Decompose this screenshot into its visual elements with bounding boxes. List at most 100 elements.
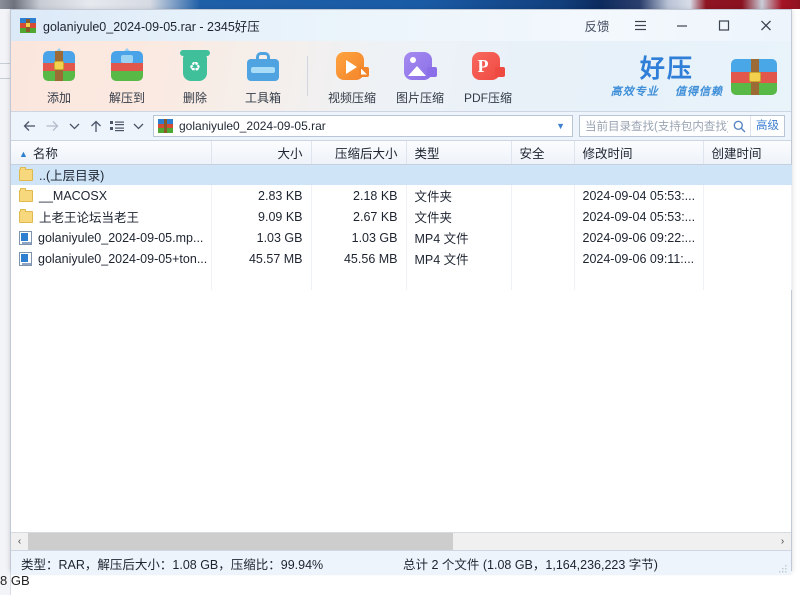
folder-icon [19,208,33,223]
arrow-right-icon[interactable] [41,114,63,138]
toolbar-label-pdf-compress: PDF压缩 [463,90,512,105]
toolbar-button-video-compress[interactable]: 视频压缩 [318,45,386,107]
cell-type: 文件夹 [406,185,512,206]
file-list-panel: ▲ 名称 大小 压缩后大小 类型 安全 修改时间 创建时间 ..(上层目录) _… [11,141,792,532]
cell-size: 2.83 KB [211,185,312,206]
column-header-size[interactable]: 大小 [211,141,312,165]
toolbar-button-extract[interactable]: 解压到 [93,45,161,107]
cell-size: 45.57 MB [211,248,312,269]
cell-security [511,227,575,248]
cell-security [511,185,575,206]
search-input[interactable]: 当前目录查找(支持包内查找) 高级 [579,115,785,137]
column-header-security[interactable]: 安全 [511,141,575,165]
column-header-modified[interactable]: 修改时间 [574,141,704,165]
background-bottom-text: 8 GB [0,573,30,588]
address-bar: golaniyule0_2024-09-05.rar ▼ 当前目录查找(支持包内… [11,112,791,141]
column-header-type[interactable]: 类型 [406,141,512,165]
toolbar-button-pdf-compress[interactable]: P PDF压缩 [454,45,522,107]
toolbar-button-add[interactable]: 添加 [25,45,93,107]
haozip-window: golaniyule0_2024-09-05.rar - 2345好压 反馈 添… [10,9,792,575]
toolbar-button-delete[interactable]: ♻ 删除 [161,45,229,107]
close-icon[interactable] [745,10,787,40]
maximize-icon[interactable] [703,10,745,40]
background-divider-2 [0,78,10,79]
file-name-text: golaniyule0_2024-09-05+ton... [38,251,208,266]
toolbar-button-toolbox[interactable]: 工具箱 [229,45,297,107]
mp4-file-icon [19,230,32,245]
desktop-background: 8 GB golaniyule0_2024-09-05.rar - 2345好压… [0,0,800,595]
background-window-strip [0,0,800,9]
cell-type [406,164,512,185]
title-bar-left: golaniyule0_2024-09-05.rar - 2345好压 [20,10,260,40]
view-chevron-down-icon[interactable] [127,114,149,138]
scroll-left-arrow-icon[interactable]: ‹ [11,533,28,550]
file-name-text: golaniyule0_2024-09-05.mp... [38,230,204,245]
arrow-left-icon[interactable] [19,114,41,138]
table-row[interactable]: golaniyule0_2024-09-05+ton... 45.57 MB 4… [11,248,792,269]
advanced-search-link[interactable]: 高级 [750,116,784,136]
cell-size: 9.09 KB [211,206,312,227]
table-row[interactable]: golaniyule0_2024-09-05.mp... 1.03 GB 1.0… [11,227,792,248]
address-path-input[interactable]: golaniyule0_2024-09-05.rar ▼ [153,115,573,137]
cell-name[interactable]: 上老王论坛当老王 [11,206,212,227]
cell-security [511,248,575,269]
table-row[interactable]: 上老王论坛当老王 9.09 KB 2.67 KB 文件夹 2024-09-04 … [11,206,792,227]
window-title: golaniyule0_2024-09-05.rar - 2345好压 [43,19,260,34]
file-name-text: __MACOSX [39,188,108,203]
scrollbar-thumb[interactable] [28,533,454,550]
cell-type: MP4 文件 [406,227,512,248]
feedback-button[interactable]: 反馈 [575,10,619,40]
cell-created [703,164,792,185]
cell-name[interactable]: golaniyule0_2024-09-05.mp... [11,227,212,248]
extract-to-icon [108,47,146,85]
column-header-name[interactable]: ▲ 名称 [11,141,212,165]
cell-modified: 2024-09-06 09:22:... [574,227,704,248]
column-header-name-label: 名称 [32,146,58,161]
title-bar-controls: 反馈 [575,10,787,40]
column-header-created[interactable]: 创建时间 [703,141,791,165]
path-chevron-down-icon[interactable]: ▼ [556,121,568,131]
scroll-right-arrow-icon[interactable]: › [774,533,791,550]
cell-name[interactable]: ..(上层目录) [11,164,212,185]
search-icon[interactable] [728,120,750,133]
cell-modified: 2024-09-06 09:11:... [574,248,704,269]
minimize-icon[interactable] [661,10,703,40]
cell-created [703,185,792,206]
rar-file-icon [158,119,173,133]
cell-size: 1.03 GB [211,227,312,248]
toolbar-items: 添加 解压到 ♻ 删除 工具箱 视频压缩 图片压缩 P PDF压缩 [25,41,522,111]
delete-trash-icon: ♻ [176,47,214,85]
brand-slogan-left: 高效专业 [610,85,659,98]
cell-modified: 2024-09-04 05:53:... [574,185,704,206]
cell-type: 文件夹 [406,206,512,227]
folder-icon [19,166,33,181]
hamburger-menu-icon[interactable] [619,10,661,40]
list-view-icon[interactable] [107,114,127,138]
toolbar-button-image-compress[interactable]: 图片压缩 [386,45,454,107]
cell-type: MP4 文件 [406,248,512,269]
brand-slogan: 高效专业 值得信赖 [611,83,723,99]
table-row[interactable]: ..(上层目录) [11,164,792,185]
toolbar-label-delete: 删除 [182,90,207,105]
file-list-empty-space [11,269,792,290]
column-header-packed-size[interactable]: 压缩后大小 [311,141,407,165]
cell-name[interactable]: __MACOSX [11,185,212,206]
video-compress-icon [333,47,371,85]
resize-grip-icon[interactable] [778,563,788,573]
scrollbar-track[interactable] [28,533,774,550]
cell-created [703,206,792,227]
table-row[interactable]: __MACOSX 2.83 KB 2.18 KB 文件夹 2024-09-04 … [11,185,792,206]
cell-name[interactable]: golaniyule0_2024-09-05+ton... [11,248,212,269]
brand-text: 好压 高效专业 值得信赖 [611,55,723,99]
horizontal-scrollbar[interactable]: ‹ › [11,532,791,550]
status-bar: 类型：RAR，解压后大小：1.08 GB，压缩比：99.94% 总计 2 个文件… [11,550,791,575]
history-chevron-down-icon[interactable] [63,114,85,138]
background-divider-1 [0,63,10,64]
cell-packed [311,164,407,185]
cell-created [703,248,792,269]
title-bar: golaniyule0_2024-09-05.rar - 2345好压 反馈 [11,10,791,41]
cell-packed: 2.67 KB [311,206,407,227]
cell-security [511,206,575,227]
arrow-up-icon[interactable] [85,114,107,138]
toolbar-label-toolbox: 工具箱 [244,90,281,105]
